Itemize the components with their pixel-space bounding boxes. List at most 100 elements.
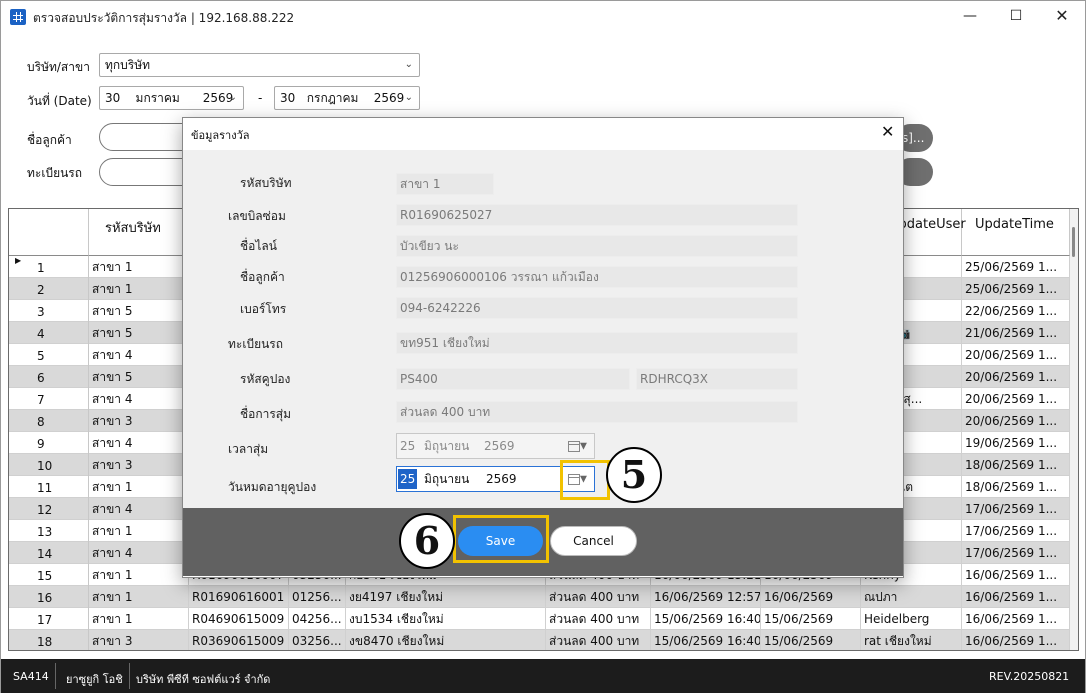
company-code-field[interactable]: สาขา 1	[396, 173, 494, 195]
cell-branch: สาขา 4	[89, 498, 189, 520]
cell-time: 20/06/2569 1...	[962, 388, 1070, 410]
cell-user: rat เชียงใหม่	[861, 630, 962, 650]
cell-branch: สาขา 1	[89, 476, 189, 498]
date-label: วันที่ (Date)	[27, 94, 92, 108]
calendar-icon[interactable]: ▼	[568, 434, 587, 459]
draw-time-picker[interactable]: 25 มิถุนายน 2569 ▼	[396, 433, 595, 459]
plate-label: ทะเบียนรถ	[27, 166, 83, 180]
row-number: 10	[9, 454, 89, 476]
vertical-scrollbar[interactable]	[1070, 209, 1078, 650]
cell-time: 16/06/2569 1...	[962, 586, 1070, 608]
cell-branch: สาขา 5	[89, 366, 189, 388]
cell-reward: ส่วนลด 400 บาท	[546, 630, 651, 650]
cell-branch: สาขา 1	[89, 278, 189, 300]
phone-field[interactable]: 094-6242226	[396, 297, 798, 319]
customer-name-label: ชื่อลูกค้า	[240, 270, 285, 284]
cell-time: 25/06/2569 1...	[962, 278, 1070, 300]
draw-time-month: มิถุนายน	[424, 439, 470, 453]
draw-time-day: 25	[400, 439, 416, 453]
line-name-label: ชื่อไลน์	[240, 239, 277, 253]
chevron-down-icon: ⌄	[228, 92, 237, 103]
row-number: 17	[9, 608, 89, 630]
cell-user: Heidelberg	[861, 608, 962, 630]
column-header-branch[interactable]: รหัสบริษัท	[89, 209, 189, 256]
maximize-button[interactable]: ☐	[993, 1, 1039, 33]
cell-time: 18/06/2569 1...	[962, 476, 1070, 498]
expiry-month: มิถุนายน	[424, 472, 470, 486]
expiry-year: 2569	[486, 472, 517, 486]
cell-bill: R03690615009	[189, 630, 289, 650]
cell-branch: สาขา 1	[89, 520, 189, 542]
table-row[interactable]: 18 สาขา 3 R03690615009 03256... งข8470 เชียง…	[9, 630, 1070, 650]
cell-drawn: 15/06/2569 16:40	[651, 608, 761, 630]
dialog-body: รหัสบริษัท สาขา 1 เลขบิลซ่อม R0169062502…	[183, 150, 903, 508]
bill-no-field[interactable]: R01690625027	[396, 204, 798, 226]
date-to-picker[interactable]: 30 กรกฎาคม 2569 ⌄	[274, 86, 420, 110]
status-code: SA414	[13, 670, 49, 683]
cell-branch: สาขา 3	[89, 454, 189, 476]
cell-branch: สาขา 4	[89, 432, 189, 454]
plate-field[interactable]: ขท951 เชียงใหม่	[396, 332, 798, 354]
row-number: 16	[9, 586, 89, 608]
company-select[interactable]: ทุกบริษัท ⌄	[99, 53, 420, 77]
main-window: ตรวจสอบประวัติการสุ่มรางวัล | 192.168.88…	[0, 0, 1086, 693]
cell-time: 17/06/2569 1...	[962, 498, 1070, 520]
row-number: 13	[9, 520, 89, 542]
coupon-code-field[interactable]: PS400	[396, 368, 630, 390]
customer-name-field[interactable]: 01256906000106 วรรณา แก้วเมือง	[396, 266, 798, 288]
date-to-month: กรกฎาคม	[306, 91, 359, 105]
coupon-code-secondary-field[interactable]: RDHRCQ3X	[636, 368, 798, 390]
cell-branch: สาขา 1	[89, 256, 189, 278]
draw-name-field[interactable]: ส่วนลด 400 บาท	[396, 401, 798, 423]
cell-time: 19/06/2569 1...	[962, 432, 1070, 454]
line-name-field[interactable]: บัวเขียว นะ	[396, 235, 798, 257]
cell-drawn: 15/06/2569 16:40	[651, 630, 761, 650]
cell-branch: สาขา 5	[89, 322, 189, 344]
expiry-day: 25	[398, 469, 418, 489]
step-6-badge: 6	[399, 513, 455, 569]
dialog-close-button[interactable]: ✕	[881, 122, 894, 141]
cell-plate: งบ1534 เชียงใหม่	[346, 608, 546, 630]
cell-plate: งข8470 เชียงใหม่	[346, 630, 546, 650]
row-number: 2	[9, 278, 89, 300]
cell-branch: สาขา 4	[89, 388, 189, 410]
row-number: 6	[9, 366, 89, 388]
chevron-down-icon: ⌄	[404, 59, 413, 70]
dialog-footer: Save Cancel	[183, 508, 903, 576]
date-from-day: 30	[105, 91, 121, 105]
table-row[interactable]: 17 สาขา 1 R04690615009 04256... งบ1534 เชียง…	[9, 608, 1070, 630]
close-window-button[interactable]: ✕	[1039, 1, 1085, 33]
cell-time: 22/06/2569 1...	[962, 300, 1070, 322]
column-header-update-time[interactable]: UpdateTime	[962, 209, 1070, 256]
step-5-badge: 5	[606, 447, 662, 503]
row-number: 9	[9, 432, 89, 454]
cell-time: 18/06/2569 1...	[962, 454, 1070, 476]
row-number: 3	[9, 300, 89, 322]
cancel-button[interactable]: Cancel	[550, 526, 637, 556]
cell-branch: สาขา 4	[89, 344, 189, 366]
cell-branch: สาขา 1	[89, 586, 189, 608]
bill-no-label: เลขบิลซ่อม	[228, 209, 286, 223]
cell-bill: R04690615009	[189, 608, 289, 630]
cell-time: 17/06/2569 1...	[962, 542, 1070, 564]
company-code-label: รหัสบริษัท	[240, 176, 292, 190]
row-number: 12	[9, 498, 89, 520]
date-to-year: 2569	[373, 91, 405, 105]
scrollbar-thumb[interactable]	[1072, 227, 1075, 257]
row-number: 5	[9, 344, 89, 366]
cell-user: ณปภา	[861, 586, 962, 608]
chevron-down-icon: ⌄	[404, 92, 413, 103]
date-from-picker[interactable]: 30 มกราคม 2569 ⌄	[99, 86, 244, 110]
cell-branch: สาขา 3	[89, 410, 189, 432]
plate-label-dialog: ทะเบียนรถ	[228, 337, 284, 351]
cell-time: 16/06/2569 1...	[962, 630, 1070, 650]
row-number: 1	[9, 256, 89, 278]
cell-branch: สาขา 1	[89, 564, 189, 586]
save-button[interactable]: Save	[458, 526, 543, 556]
date-from-month: มกราคม	[135, 91, 180, 105]
date-separator: -	[258, 91, 263, 105]
row-number: 15	[9, 564, 89, 586]
table-row[interactable]: 16 สาขา 1 R01690616001 01256... งย4197 เชียง…	[9, 586, 1070, 608]
minimize-button[interactable]: —	[947, 1, 993, 33]
customer-label: ชื่อลูกค้า	[27, 133, 72, 147]
